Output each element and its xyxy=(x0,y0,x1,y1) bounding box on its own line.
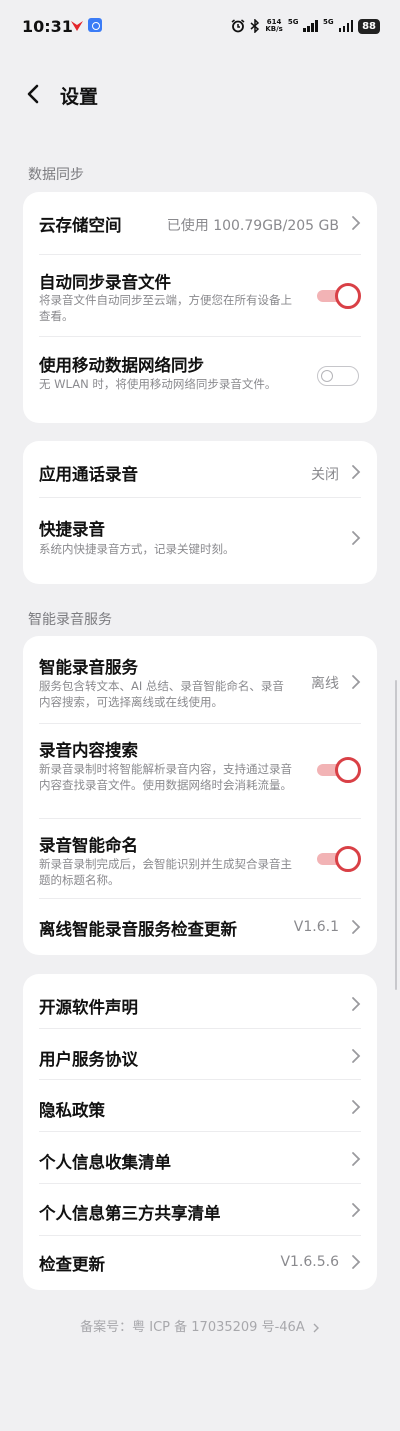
mobile-sync-title: 使用移动数据网络同步 xyxy=(39,356,204,375)
chevron-right-icon xyxy=(352,997,361,1011)
settings-page: 10:31 614 KB/s 5G 5G 88 设置 数据同步 云存储空间 已使… xyxy=(0,0,400,1431)
row-quick-record[interactable]: 快捷录音 系统内快捷录音方式，记录关键时刻。 xyxy=(23,498,377,584)
row-check-update[interactable]: 检查更新 V1.6.5.6 xyxy=(23,1236,377,1290)
chevron-right-icon xyxy=(352,920,361,934)
page-title: 设置 xyxy=(60,86,99,108)
mobile-sync-subtitle: 无 WLAN 时，将使用移动网络同步录音文件。 xyxy=(39,377,277,391)
card-recording: 应用通话录音 关闭 快捷录音 系统内快捷录音方式，记录关键时刻。 xyxy=(23,441,377,584)
auto-sync-subtitle: 将录音文件自动同步至云端，方便您在所有设备上查看。 xyxy=(39,293,292,323)
smart-service-subtitle: 服务包含转文本、AI 总结、录音智能命名、录音内容搜索，可选择离线或在线使用。 xyxy=(39,679,284,709)
row-user-agreement[interactable]: 用户服务协议 xyxy=(23,1029,377,1079)
row-smart-service[interactable]: 智能录音服务 服务包含转文本、AI 总结、录音智能命名、录音内容搜索，可选择离线… xyxy=(23,636,377,723)
status-time: 10:31 xyxy=(22,17,73,36)
row-content-search[interactable]: 录音内容搜索 新录音录制时将智能解析录音内容，支持通过录音内容查找录音文件。使用… xyxy=(23,724,377,818)
chevron-right-icon xyxy=(352,1100,361,1114)
row-third-party[interactable]: 个人信息第三方共享清单 xyxy=(23,1184,377,1235)
offline-update-version: V1.6.1 xyxy=(293,919,339,935)
section-label-data-sync: 数据同步 xyxy=(28,167,84,183)
info-collection-title: 个人信息收集清单 xyxy=(39,1153,171,1172)
user-agreement-title: 用户服务协议 xyxy=(39,1050,138,1069)
status-bar: 10:31 614 KB/s 5G 5G 88 xyxy=(0,0,400,52)
chevron-right-icon xyxy=(313,1323,319,1332)
icp-text: 备案号：粤 ICP 备 17035209 号-46A xyxy=(80,1320,305,1335)
content-search-toggle[interactable] xyxy=(315,757,361,783)
check-update-title: 检查更新 xyxy=(39,1255,105,1274)
quick-record-subtitle: 系统内快捷录音方式，记录关键时刻。 xyxy=(39,542,235,556)
cloud-storage-title: 云存储空间 xyxy=(39,216,122,235)
speed-unit: KB/s xyxy=(265,25,283,33)
card-about: 开源软件声明 用户服务协议 隐私政策 个人信息收集清单 个人信息第三方共享清单 … xyxy=(23,974,377,1290)
card-data-sync: 云存储空间 已使用 100.79GB/205 GB 自动同步录音文件 将录音文件… xyxy=(23,192,377,423)
quick-record-title: 快捷录音 xyxy=(39,520,105,539)
chevron-right-icon xyxy=(352,531,361,545)
row-offline-update[interactable]: 离线智能录音服务检查更新 V1.6.1 xyxy=(23,899,377,955)
network-type-1: 5G xyxy=(287,18,299,26)
header: 设置 xyxy=(0,72,400,116)
bluetooth-icon xyxy=(250,19,260,33)
signal-icon-2 xyxy=(338,20,354,32)
mobile-sync-toggle[interactable] xyxy=(315,363,361,389)
alarm-icon xyxy=(231,19,245,33)
signal-icon xyxy=(303,20,318,32)
content-search-title: 录音内容搜索 xyxy=(39,741,138,760)
back-arrow-icon[interactable] xyxy=(20,80,48,108)
smart-naming-title: 录音智能命名 xyxy=(39,836,138,855)
open-source-title: 开源软件声明 xyxy=(39,998,138,1017)
scrollbar[interactable] xyxy=(395,680,397,990)
chevron-right-icon xyxy=(352,675,361,689)
row-info-collection[interactable]: 个人信息收集清单 xyxy=(23,1132,377,1183)
row-open-source[interactable]: 开源软件声明 xyxy=(23,974,377,1028)
chevron-right-icon xyxy=(352,1049,361,1063)
network-type-2: 5G xyxy=(322,18,334,26)
smart-naming-toggle[interactable] xyxy=(315,846,361,872)
battery-indicator: 88 xyxy=(358,18,380,34)
call-recording-value: 关闭 xyxy=(311,467,339,483)
row-cloud-storage[interactable]: 云存储空间 已使用 100.79GB/205 GB xyxy=(23,192,377,254)
smart-service-title: 智能录音服务 xyxy=(39,658,138,677)
notification-app-icon-2 xyxy=(88,18,102,32)
offline-update-title: 离线智能录音服务检查更新 xyxy=(39,920,237,939)
chevron-right-icon xyxy=(352,1203,361,1217)
status-right: 614 KB/s 5G 5G 88 xyxy=(231,16,380,36)
row-mobile-sync[interactable]: 使用移动数据网络同步 无 WLAN 时，将使用移动网络同步录音文件。 xyxy=(23,337,377,423)
network-speed: 614 KB/s xyxy=(265,19,282,33)
content-search-subtitle: 新录音录制时将智能解析录音内容，支持通过录音内容查找录音文件。使用数据网络时会消… xyxy=(39,762,292,792)
notification-app-icon xyxy=(71,21,83,31)
chevron-right-icon xyxy=(352,1152,361,1166)
auto-sync-toggle[interactable] xyxy=(315,283,361,309)
third-party-title: 个人信息第三方共享清单 xyxy=(39,1204,221,1223)
privacy-title: 隐私政策 xyxy=(39,1101,105,1120)
app-version: V1.6.5.6 xyxy=(280,1254,339,1270)
row-call-recording[interactable]: 应用通话录音 关闭 xyxy=(23,441,377,497)
row-privacy[interactable]: 隐私政策 xyxy=(23,1080,377,1131)
chevron-right-icon xyxy=(352,1255,361,1269)
row-smart-naming[interactable]: 录音智能命名 新录音录制完成后，会智能识别并生成契合录音主题的标题名称。 xyxy=(23,819,377,898)
card-smart-service: 智能录音服务 服务包含转文本、AI 总结、录音智能命名、录音内容搜索，可选择离线… xyxy=(23,636,377,955)
chevron-right-icon xyxy=(352,465,361,479)
section-label-smart-service: 智能录音服务 xyxy=(28,612,112,628)
row-auto-sync[interactable]: 自动同步录音文件 将录音文件自动同步至云端，方便您在所有设备上查看。 xyxy=(23,255,377,336)
icp-footer-link[interactable]: 备案号：粤 ICP 备 17035209 号-46A xyxy=(0,1316,400,1335)
auto-sync-title: 自动同步录音文件 xyxy=(39,273,171,292)
smart-service-value: 离线 xyxy=(311,676,339,692)
cloud-storage-value: 已使用 100.79GB/205 GB xyxy=(166,218,339,234)
smart-naming-subtitle: 新录音录制完成后，会智能识别并生成契合录音主题的标题名称。 xyxy=(39,857,292,887)
call-recording-title: 应用通话录音 xyxy=(39,465,138,484)
chevron-right-icon xyxy=(352,216,361,230)
